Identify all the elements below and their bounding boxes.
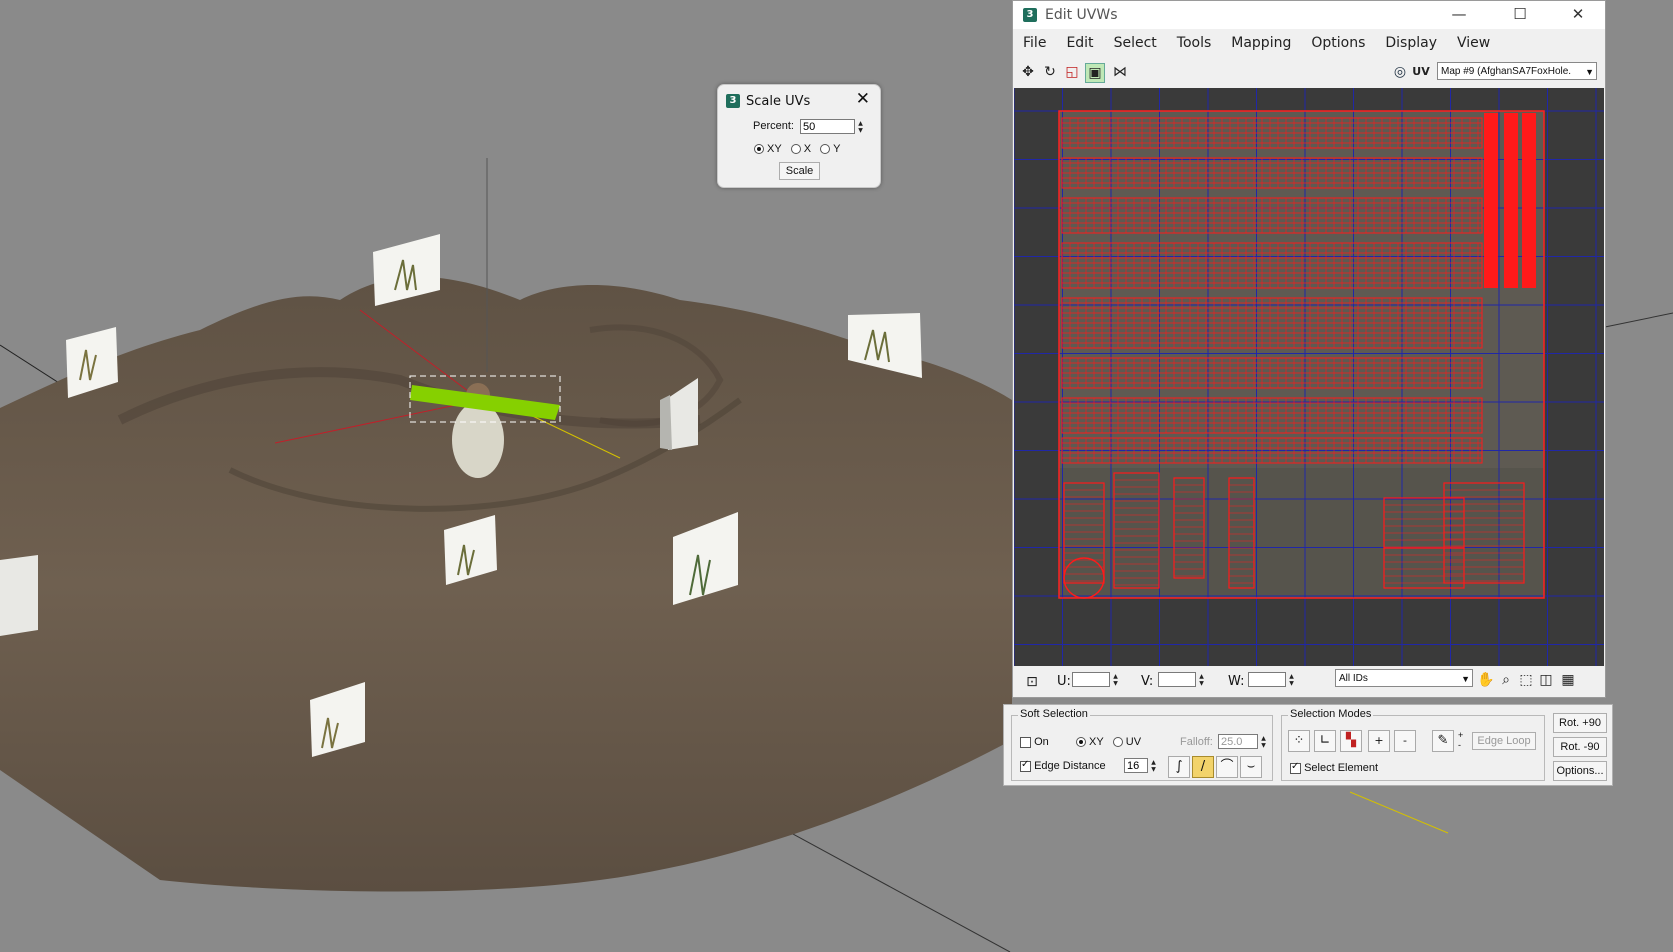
edge-distance-spinner[interactable]: ▲▼ [1124,758,1158,773]
falloff-linear-icon[interactable]: / [1192,756,1214,778]
dialog-title: Scale UVs [746,93,811,109]
selection-modes-title: Selection Modes [1288,708,1374,720]
app-icon: 3 [726,94,740,108]
map-select[interactable]: Map #9 (AfghanSA7FoxHole. ▼ [1437,62,1597,80]
menu-bar: File Edit Select Tools Mapping Options D… [1013,31,1500,55]
soft-selection-on[interactable]: On [1020,736,1049,748]
falloff-smooth-icon[interactable]: ∫ [1168,756,1190,778]
falloff-spinner[interactable]: ▲▼ [1218,734,1268,749]
uvw-titlebar: 3 Edit UVWs — ☐ ✕ [1013,1,1605,29]
window-title: Edit UVWs [1045,7,1118,23]
uvw-options-panel: Soft Selection On XY UV Falloff: ▲▼ Edge… [1003,704,1613,786]
menu-options[interactable]: Options [1301,31,1375,55]
axis-radio-xy[interactable]: XY [754,143,782,155]
axis-radio-x[interactable]: X [790,143,811,155]
percent-input[interactable] [800,119,855,134]
menu-file[interactable]: File [1013,31,1056,55]
minimize-icon[interactable]: — [1436,5,1482,23]
soft-selection-title: Soft Selection [1018,708,1090,720]
percent-label: Percent: [753,120,794,132]
pan-hand-icon[interactable]: ✋ [1477,671,1495,689]
spinner-arrows[interactable]: ▲ ▼ [856,120,865,134]
soft-mode-xy[interactable]: XY [1076,736,1104,748]
v-input[interactable] [1158,672,1196,687]
freeform-icon[interactable]: ▣ [1085,63,1105,83]
percent-spinner[interactable]: ▲▼ [800,119,865,134]
options-button[interactable]: Options... [1553,761,1607,781]
app-icon: 3 [1023,8,1037,22]
falloff-label: Falloff: [1180,736,1213,748]
shrink-selection-button[interactable]: - [1394,730,1416,752]
soft-mode-radio-group: XY UV [1076,736,1147,750]
axis-radio-y[interactable]: Y [820,143,841,155]
soft-selection-group: Soft Selection On XY UV Falloff: ▲▼ Edge… [1011,708,1273,781]
zoom-extents-icon[interactable]: ◫ [1537,671,1555,689]
uv-label[interactable]: UV [1412,63,1430,81]
paint-select-icon[interactable]: ✎ [1432,730,1454,752]
maximize-icon[interactable]: ☐ [1497,5,1543,23]
edge-select-icon[interactable]: ∟ [1314,730,1336,752]
u-input[interactable] [1072,672,1110,687]
grow-selection-button[interactable]: + [1368,730,1390,752]
snap-icon[interactable]: ⊡ [1023,673,1041,691]
mirror-icon[interactable]: ⋈ [1111,63,1129,81]
falloff-slow-icon[interactable]: ⌒ [1216,756,1238,778]
u-spinner[interactable]: ▲ ▼ [1072,672,1120,687]
scale-icon[interactable]: ◱ [1063,63,1081,81]
u-label: U: [1057,674,1071,689]
scale-button[interactable]: Scale [779,162,820,180]
edge-distance[interactable]: Edge Distance [1020,759,1106,772]
menu-edit[interactable]: Edit [1056,31,1103,55]
zoom-icon[interactable]: ⌕ [1497,671,1515,689]
uv-editor-canvas[interactable] [1013,88,1604,666]
w-input[interactable] [1248,672,1286,687]
select-element-checkbox[interactable] [1290,761,1301,774]
menu-view[interactable]: View [1447,31,1500,55]
face-select-icon[interactable]: ▚ [1340,730,1362,752]
close-icon[interactable]: ✕ [1555,5,1601,23]
on-checkbox[interactable] [1020,736,1031,748]
zoom-selected-icon[interactable]: ▦ [1559,671,1577,689]
uv-wireframe [1013,88,1604,666]
edge-distance-checkbox[interactable] [1020,759,1031,772]
axis-radio-group: XY X Y [754,143,847,157]
grass-billboard [0,555,38,636]
move-icon[interactable]: ✥ [1019,63,1037,81]
dropdown-arrow-icon: ▼ [1585,67,1594,77]
menu-tools[interactable]: Tools [1167,31,1222,55]
dropdown-arrow-icon: ▼ [1461,674,1470,684]
vertex-select-icon[interactable]: ⁘ [1288,730,1310,752]
v-label: V: [1141,674,1154,689]
v-spinner[interactable]: ▲ ▼ [1158,672,1206,687]
selection-modes-group: Selection Modes ⁘ ∟ ▚ + - ✎ + - Edge Loop… [1281,708,1545,781]
menu-mapping[interactable]: Mapping [1221,31,1301,55]
soft-mode-uv[interactable]: UV [1112,736,1141,748]
edge-loop-button[interactable]: Edge Loop [1472,732,1536,750]
menu-display[interactable]: Display [1375,31,1447,55]
falloff-fast-icon[interactable]: ⌣ [1240,756,1262,778]
rotate-icon[interactable]: ↻ [1041,63,1059,81]
paint-size-stepper[interactable]: + - [1458,730,1463,750]
rotate-plus-90-button[interactable]: Rot. +90 [1553,713,1607,733]
dialog-titlebar: 3 Scale UVs [726,92,810,110]
menu-select[interactable]: Select [1104,31,1167,55]
zoom-region-icon[interactable]: ⬚ [1517,671,1535,689]
edit-uvws-window: 3 Edit UVWs — ☐ ✕ File Edit Select Tools… [1012,0,1606,698]
close-icon[interactable]: ✕ [856,90,870,108]
w-label: W: [1228,674,1245,689]
select-element[interactable]: Select Element [1290,761,1378,774]
edge-distance-input[interactable] [1124,758,1148,773]
ids-select[interactable]: All IDs ▼ [1335,669,1473,687]
rotate-minus-90-button[interactable]: Rot. -90 [1553,737,1607,757]
checker-map-icon[interactable]: ◎ [1391,63,1409,81]
falloff-input[interactable] [1218,734,1258,749]
scale-uvs-dialog: 3 Scale UVs ✕ Percent: ▲▼ XY X Y Scale [717,84,881,188]
terrain-mound [0,276,1012,892]
w-spinner[interactable]: ▲ ▼ [1248,672,1296,687]
